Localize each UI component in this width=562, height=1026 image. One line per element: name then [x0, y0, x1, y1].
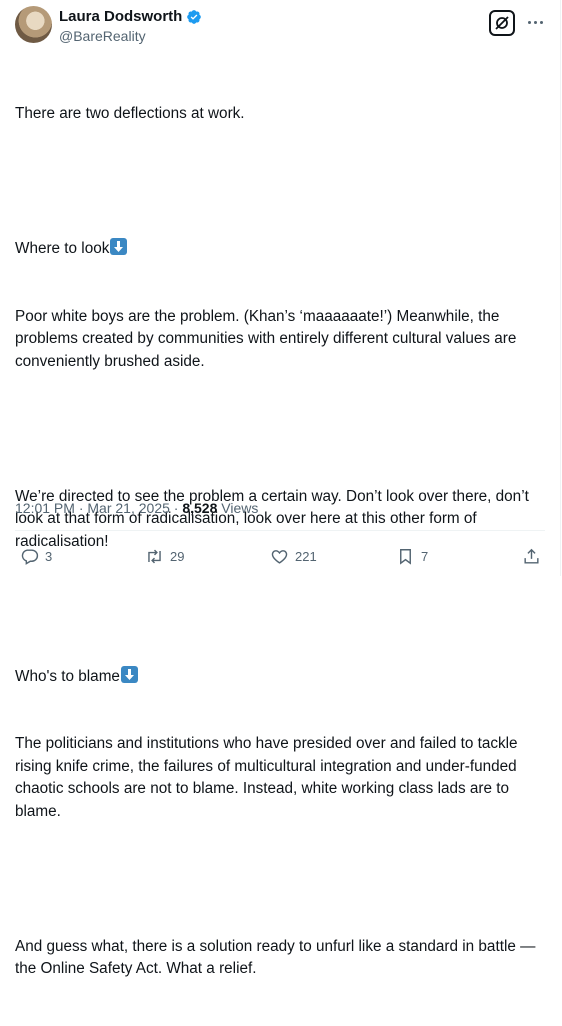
like-count: 221 — [295, 548, 317, 564]
reply-icon — [21, 548, 39, 565]
tweet-time[interactable]: 12:01 PM — [15, 500, 75, 516]
divider — [15, 530, 545, 531]
verified-badge-icon — [187, 9, 202, 24]
grok-button[interactable] — [489, 10, 515, 36]
tweet-paragraph-5: And guess what, there is a solution read… — [15, 937, 540, 978]
tweet-header: Laura Dodsworth @BareReality — [15, 6, 545, 46]
reply-count: 3 — [45, 548, 53, 564]
bookmark-count: 7 — [421, 548, 429, 564]
author-name[interactable]: Laura Dodsworth — [59, 8, 182, 25]
tweet-card: Laura Dodsworth @BareReality There are t… — [0, 0, 561, 977]
repost-button[interactable]: 29 — [145, 538, 184, 574]
author-name-row: Laura Dodsworth — [59, 8, 202, 25]
down-arrow-icon — [110, 238, 128, 255]
where-to-look-label: Where to look — [15, 240, 110, 257]
share-icon — [524, 548, 539, 564]
like-button[interactable]: 221 — [270, 538, 317, 574]
grok-icon — [495, 16, 509, 30]
tweet-paragraph-1: There are two deflections at work. — [15, 105, 245, 122]
whos-to-blame-label: Who's to blame — [15, 667, 120, 685]
bookmark-icon — [400, 548, 411, 565]
bookmark-button[interactable]: 7 — [396, 538, 428, 574]
share-button[interactable] — [522, 538, 547, 574]
tweet-paragraph-4: The politicians and institutions who hav… — [15, 735, 522, 820]
repost-count: 29 — [170, 548, 185, 564]
repost-icon — [148, 549, 161, 563]
tweet-paragraph-4-heading: Who's to blame — [15, 665, 545, 689]
down-arrow-icon — [120, 665, 138, 683]
tweet-paragraph-2: Poor white boys are the problem. (Khan’s… — [15, 307, 521, 370]
like-icon — [271, 549, 288, 564]
avatar[interactable] — [15, 6, 52, 43]
meta-separator: · — [173, 500, 179, 516]
action-bar: 3 29 221 7 — [0, 538, 561, 574]
reply-button[interactable]: 3 — [20, 538, 52, 574]
tweet-paragraph-2-heading: Where to look — [15, 238, 545, 261]
more-icon[interactable] — [525, 12, 545, 32]
tweet-meta: 12:01 PM · Mar 21, 2025 · 8,528 Views — [15, 500, 258, 516]
tweet-date[interactable]: Mar 21, 2025 — [87, 500, 170, 516]
author-handle[interactable]: @BareReality — [59, 28, 146, 44]
views-count: 8,528 — [182, 500, 218, 516]
meta-separator: · — [78, 500, 84, 516]
views-label: Views — [221, 500, 259, 516]
